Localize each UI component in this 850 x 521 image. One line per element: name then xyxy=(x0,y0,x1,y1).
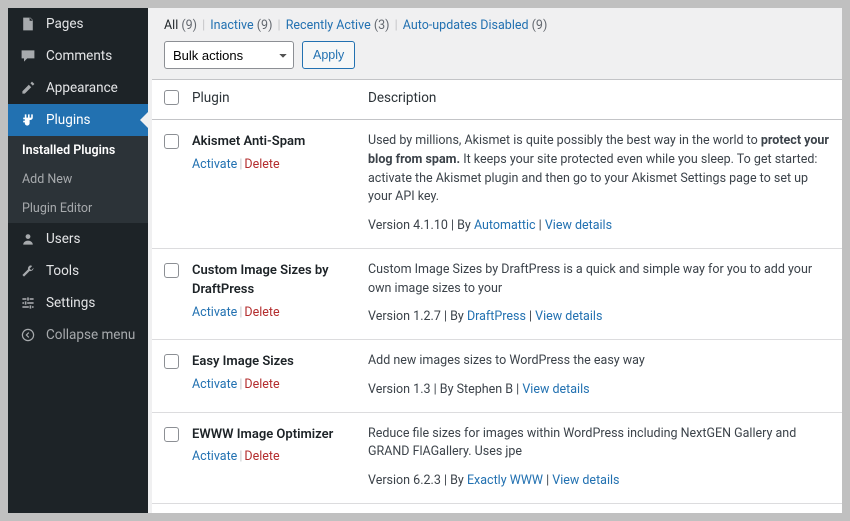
plugin-meta: Version 1.2.7 | By DraftPress | View det… xyxy=(368,308,830,327)
plugin-name: EWWW Image Optimizer xyxy=(192,425,368,445)
pages-icon xyxy=(18,16,38,32)
activate-link[interactable]: Activate xyxy=(192,377,237,392)
plugin-description: Add new images sizes to WordPress the ea… xyxy=(368,352,830,371)
row-checkbox[interactable] xyxy=(164,354,179,369)
plugin-by: By Stephen B xyxy=(440,382,513,397)
sidebar-label: Plugins xyxy=(46,112,91,128)
settings-icon xyxy=(18,295,38,311)
submenu-plugin-editor[interactable]: Plugin Editor xyxy=(8,194,148,223)
table-row: ForminatorActivate|DeleteCapture user in… xyxy=(152,504,842,513)
plugin-name: Easy Image Sizes xyxy=(192,352,368,372)
plugin-description: Custom Image Sizes by DraftPress is a qu… xyxy=(368,261,830,299)
plugin-version: Version 4.1.10 xyxy=(368,218,448,233)
sidebar-label: Comments xyxy=(46,48,112,64)
sidebar-item-collapse[interactable]: Collapse menu xyxy=(8,319,148,351)
plugin-name: Custom Image Sizes by DraftPress xyxy=(192,261,368,300)
activate-link[interactable]: Activate xyxy=(192,449,237,464)
plugin-by: By xyxy=(450,473,467,488)
sidebar-label: Settings xyxy=(46,295,95,311)
plugin-meta: Version 6.2.3 | By Exactly WWW | View de… xyxy=(368,472,830,491)
select-all-checkbox[interactable] xyxy=(164,90,179,105)
plugins-submenu: Installed Plugins Add New Plugin Editor xyxy=(8,136,148,223)
sidebar-item-settings[interactable]: Settings xyxy=(8,287,148,319)
sidebar-label: Appearance xyxy=(46,80,118,96)
sidebar-item-comments[interactable]: Comments xyxy=(8,40,148,72)
toolbar: Bulk actions Apply xyxy=(152,37,842,79)
apply-button[interactable]: Apply xyxy=(302,41,355,69)
plugin-desc-text: Add new images sizes to WordPress the ea… xyxy=(368,353,645,368)
row-checkbox[interactable] xyxy=(164,134,179,149)
sidebar-label: Tools xyxy=(46,263,79,279)
plugin-desc-text: Reduce file sizes for images within Word… xyxy=(368,426,796,460)
view-details-link[interactable]: View details xyxy=(552,473,619,488)
activate-link[interactable]: Activate xyxy=(192,157,237,172)
sidebar-item-appearance[interactable]: Appearance xyxy=(8,72,148,104)
row-checkbox[interactable] xyxy=(164,427,179,442)
plugin-description: Reduce file sizes for images within Word… xyxy=(368,425,830,463)
plugin-version: Version 6.2.3 xyxy=(368,473,441,488)
plugin-author-link[interactable]: Exactly WWW xyxy=(467,473,543,488)
sidebar-item-users[interactable]: Users xyxy=(8,223,148,255)
header-description: Description xyxy=(368,90,830,109)
header-plugin: Plugin xyxy=(192,90,368,109)
plugin-meta: Version 4.1.10 | By Automattic | View de… xyxy=(368,217,830,236)
activate-link[interactable]: Activate xyxy=(192,305,237,320)
admin-sidebar: Pages Comments Appearance Plugins Instal… xyxy=(8,8,148,513)
table-row: Akismet Anti-SpamActivate|DeleteUsed by … xyxy=(152,120,842,249)
delete-link[interactable]: Delete xyxy=(244,377,279,392)
sidebar-label: Collapse menu xyxy=(46,327,135,343)
filter-recently-active[interactable]: Recently Active (3) xyxy=(286,18,390,33)
view-details-link[interactable]: View details xyxy=(545,218,612,233)
plugin-version: Version 1.2.7 xyxy=(368,309,441,324)
plugin-by: By xyxy=(457,218,474,233)
comments-icon xyxy=(18,48,38,64)
appearance-icon xyxy=(18,80,38,96)
table-row: EWWW Image OptimizerActivate|DeleteReduc… xyxy=(152,413,842,504)
delete-link[interactable]: Delete xyxy=(244,157,279,172)
table-row: Custom Image Sizes by DraftPress Activate… xyxy=(152,249,842,340)
sidebar-item-pages[interactable]: Pages xyxy=(8,8,148,40)
table-row: Easy Image SizesActivate|DeleteAdd new i… xyxy=(152,340,842,413)
view-details-link[interactable]: View details xyxy=(522,382,589,397)
plugin-filters: All (9) | Inactive (9) | Recently Active… xyxy=(152,12,842,37)
sidebar-item-tools[interactable]: Tools xyxy=(8,255,148,287)
plugins-icon xyxy=(18,112,38,128)
view-details-link[interactable]: View details xyxy=(535,309,602,324)
sidebar-label: Pages xyxy=(46,16,84,32)
plugin-author-link[interactable]: DraftPress xyxy=(467,309,526,324)
filter-inactive[interactable]: Inactive (9) xyxy=(210,18,272,33)
plugin-by: By xyxy=(450,309,467,324)
plugin-version: Version 1.3 xyxy=(368,382,431,397)
delete-link[interactable]: Delete xyxy=(244,305,279,320)
collapse-icon xyxy=(18,327,38,343)
plugin-table: Plugin Description Akismet Anti-Spam Acti… xyxy=(152,79,842,513)
submenu-add-new[interactable]: Add New xyxy=(8,165,148,194)
table-header: Plugin Description xyxy=(152,80,842,120)
sidebar-label: Users xyxy=(46,231,80,247)
tools-icon xyxy=(18,263,38,279)
bulk-actions-select[interactable]: Bulk actions xyxy=(164,41,294,69)
filter-auto-updates-disabled[interactable]: Auto-updates Disabled (9) xyxy=(403,18,548,33)
sidebar-item-plugins[interactable]: Plugins xyxy=(8,104,148,136)
main-content: All (9) | Inactive (9) | Recently Active… xyxy=(148,8,842,513)
plugin-desc-text: Custom Image Sizes by DraftPress is a qu… xyxy=(368,262,812,296)
users-icon xyxy=(18,231,38,247)
submenu-installed-plugins[interactable]: Installed Plugins xyxy=(8,136,148,165)
plugin-description: Used by millions, Akismet is quite possi… xyxy=(368,132,830,207)
delete-link[interactable]: Delete xyxy=(244,449,279,464)
plugin-meta: Version 1.3 | By Stephen B | View detail… xyxy=(368,381,830,400)
plugin-desc-text: Used by millions, Akismet is quite possi… xyxy=(368,133,761,148)
row-checkbox[interactable] xyxy=(164,263,179,278)
plugin-author-link[interactable]: Automattic xyxy=(474,218,536,233)
plugin-name: Akismet Anti-Spam xyxy=(192,132,368,152)
filter-all[interactable]: All (9) xyxy=(164,18,197,33)
